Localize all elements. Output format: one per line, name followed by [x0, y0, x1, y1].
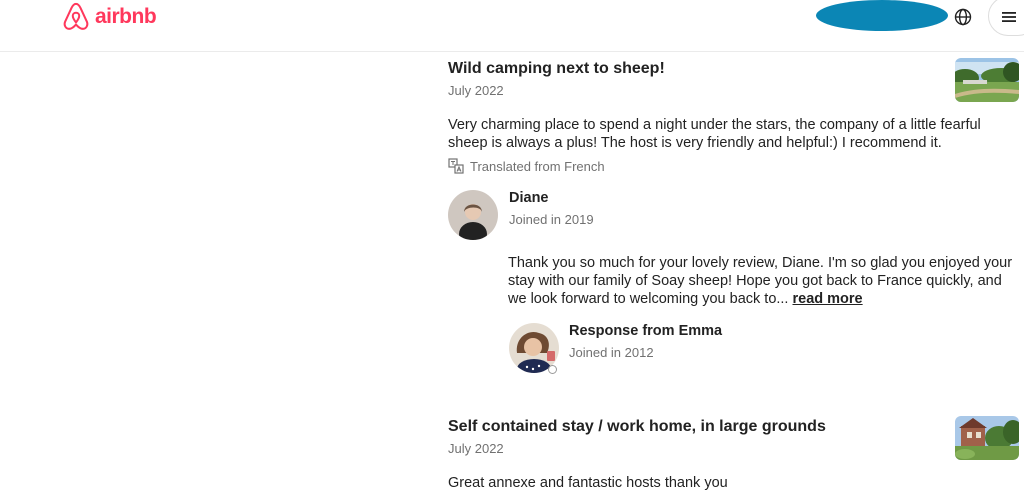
review-item: Wild camping next to sheep! July 2022	[448, 58, 1024, 100]
main-menu-button[interactable]	[988, 0, 1024, 36]
review-title: Self contained stay / work home, in larg…	[448, 418, 826, 435]
host-response: Thank you so much for your lovely review…	[508, 254, 1024, 308]
hamburger-menu-icon	[1002, 12, 1016, 22]
house-garden-image	[955, 416, 1019, 460]
review-item: Self contained stay / work home, in larg…	[448, 416, 1024, 458]
review-date: July 2022	[448, 441, 504, 456]
translation-note: Translated from French	[448, 158, 605, 174]
user-profile-button[interactable]	[816, 0, 948, 31]
brand-name: airbnb	[95, 5, 157, 28]
response-from-label: Response from Emma	[569, 323, 723, 339]
camping-field-image	[955, 58, 1019, 102]
translated-from-label: Translated from French	[470, 158, 605, 174]
review-date: July 2022	[448, 83, 504, 98]
review-title: Wild camping next to sheep!	[448, 60, 665, 77]
response-text: Thank you so much for your lovely review…	[508, 255, 1013, 307]
review-body: Great annexe and fantastic hosts thank y…	[448, 475, 728, 491]
listing-thumbnail[interactable]	[955, 416, 1019, 460]
host-joined: Joined in 2012	[569, 345, 654, 360]
top-header: airbnb	[0, 0, 1024, 52]
reviewer-name: Diane	[509, 190, 549, 206]
review-body: Very charming place to spend a night und…	[448, 117, 981, 151]
listing-thumbnail[interactable]	[955, 58, 1019, 102]
airbnb-logo[interactable]: airbnb	[62, 2, 157, 32]
superhost-badge-icon	[548, 365, 557, 374]
reviewer-avatar[interactable]	[448, 190, 498, 240]
reviewer-photo	[448, 190, 498, 240]
globe-icon	[954, 8, 972, 26]
reviewer-joined: Joined in 2019	[509, 212, 594, 227]
read-more-link[interactable]: read more	[793, 291, 863, 307]
translate-icon	[448, 158, 464, 174]
airbnb-logo-icon	[63, 2, 89, 30]
language-button[interactable]	[952, 6, 974, 28]
